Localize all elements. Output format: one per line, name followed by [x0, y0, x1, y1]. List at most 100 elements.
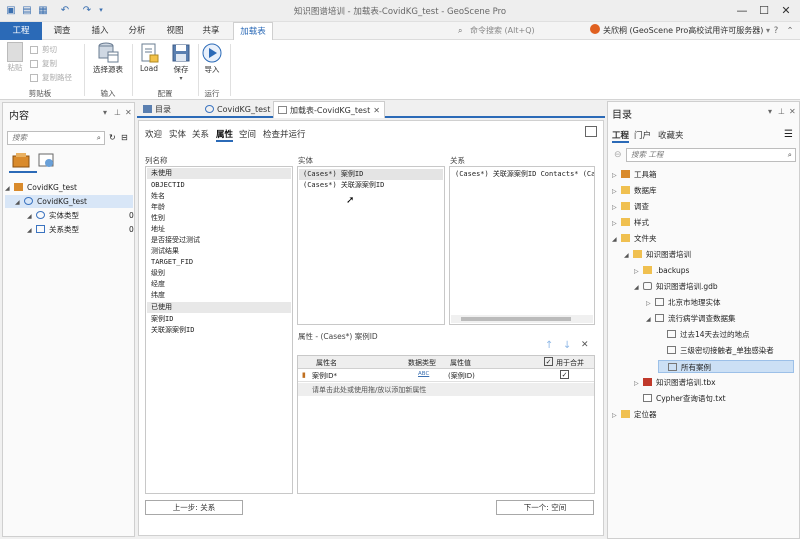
expand-icon[interactable]: ▷ [612, 185, 621, 198]
back-icon[interactable]: ⊖ [614, 150, 622, 160]
doc-tab-covidkg[interactable]: CovidKG_test [201, 101, 273, 118]
subtab-welcome[interactable]: 欢迎 [145, 128, 162, 140]
column-names-list[interactable]: 未使用 OBJECTID 姓名 年龄 性别 地址 是否接受过测试 测试结果 TA… [145, 166, 293, 494]
filter-icon[interactable]: ⊟ [121, 133, 128, 142]
save-button[interactable]: 保存 ▾ [168, 42, 194, 82]
add-property-row[interactable]: 请单击此处或使用拖/放以添加新属性 [298, 383, 594, 396]
tab-view[interactable]: 视图 [160, 22, 190, 40]
close-pane-icon[interactable]: ✕ [789, 107, 796, 116]
pane-options-icon[interactable]: ▾ [103, 108, 107, 117]
tree-item-surveys[interactable]: ▷ 调查 [612, 200, 649, 213]
doc-tab-catalog[interactable]: 目录 [139, 101, 197, 118]
load-button[interactable]: Load [136, 42, 162, 73]
list-item[interactable]: (Cases*) 案例ID [299, 169, 443, 180]
list-item[interactable]: (Cases*) 关联源案例ID Contacts* (Ca [451, 169, 594, 180]
previous-button[interactable]: 上一步: 关系 [145, 500, 243, 515]
list-item[interactable]: 级别 [147, 268, 291, 279]
tab-insert[interactable]: 插入 [85, 22, 115, 40]
expand-icon[interactable]: ◢ [612, 233, 621, 246]
arrow-up-icon[interactable]: ↑ [545, 340, 553, 351]
tree-item-beijing-entities[interactable]: ▷ 北京市地理实体 [646, 296, 721, 309]
merge-checkbox[interactable]: ✓ [560, 370, 569, 379]
catalog-search-input[interactable]: 搜索 工程 ⌕ [626, 148, 796, 162]
minimize-icon[interactable]: — [731, 3, 753, 18]
cut-button[interactable]: 剪切 [30, 44, 57, 56]
menu-icon[interactable]: ☰ [784, 129, 793, 140]
maximize-icon[interactable]: ☐ [753, 3, 775, 18]
import-button[interactable]: 导入 [200, 42, 224, 75]
tree-item-epi-dataset[interactable]: ◢ 流行病学调查数据集 [646, 312, 736, 325]
close-icon[interactable]: ✕ [775, 3, 797, 18]
paste-button[interactable]: 粘贴 [4, 42, 26, 73]
list-item[interactable]: 姓名 [147, 191, 291, 202]
catalog-tab-project[interactable]: 工程 [612, 129, 630, 143]
pane-options-icon[interactable]: ▾ [768, 107, 772, 116]
list-item[interactable]: 经度 [147, 279, 291, 290]
tree-item-all-cases[interactable]: 所有案例 [658, 360, 794, 373]
tree-item-backups[interactable]: ▷ .backups [634, 264, 689, 277]
horizontal-scrollbar[interactable] [451, 315, 593, 323]
tree-item-styles[interactable]: ▷ 样式 [612, 216, 649, 229]
catalog-tab-favorites[interactable]: 收藏夹 [658, 129, 684, 141]
tree-item-toolboxes[interactable]: ▷ 工具箱 [612, 168, 657, 181]
delete-icon[interactable]: ✕ [581, 340, 589, 350]
arrow-down-icon[interactable]: ↓ [563, 340, 571, 351]
catalog-tab-portal[interactable]: 门户 [634, 129, 651, 141]
expand-icon[interactable]: ◢ [624, 249, 633, 262]
tree-item-relationship-types[interactable]: ◢ 关系类型 0 [5, 223, 134, 237]
list-item[interactable]: 地址 [147, 224, 291, 235]
tab-load-table[interactable]: 加载表 [233, 22, 273, 41]
tree-item-tertiary-contacts[interactable]: 三级密切接触者_单独感染者 [658, 344, 774, 357]
property-name-cell[interactable]: 案例ID* [312, 371, 337, 381]
tree-item-project-folder[interactable]: ◢ 知识图谱培训 [624, 248, 691, 261]
close-tab-icon[interactable]: ✕ [373, 102, 380, 119]
expand-icon[interactable]: ▷ [634, 265, 643, 278]
pin-icon[interactable]: ⊥ [114, 108, 121, 117]
list-item[interactable]: 关联源案例ID [147, 325, 291, 336]
expand-icon[interactable]: ◢ [5, 182, 14, 195]
relationship-list[interactable]: (Cases*) 关联源案例ID Contacts* (Ca [449, 166, 595, 325]
property-value-cell[interactable]: (案例ID) [448, 371, 475, 381]
tree-item-places-14days[interactable]: 过去14天去过的地点 [658, 328, 750, 341]
subtab-spatial[interactable]: 空间 [239, 128, 256, 140]
subtab-relationships[interactable]: 关系 [192, 128, 209, 140]
refresh-icon[interactable]: ↻ [109, 133, 116, 142]
list-item[interactable]: 年龄 [147, 202, 291, 213]
command-search[interactable]: ⌕ 命令搜索 (Alt+Q) [458, 24, 568, 38]
subtab-entities[interactable]: 实体 [169, 128, 186, 140]
tree-item-folders[interactable]: ◢ 文件夹 [612, 232, 657, 245]
list-item[interactable]: 性别 [147, 213, 291, 224]
expand-icon[interactable]: ▷ [612, 409, 621, 422]
tab-survey[interactable]: 调查 [47, 22, 77, 40]
list-item[interactable]: 纬度 [147, 290, 291, 301]
tree-item-gdb[interactable]: ◢ 知识图谱培训.gdb [634, 280, 718, 293]
tree-item-covidkg-root[interactable]: ◢ CovidKG_test [5, 181, 133, 194]
tree-item-databases[interactable]: ▷ 数据库 [612, 184, 657, 197]
subtab-properties[interactable]: 属性 [216, 128, 234, 142]
tree-item-covidkg-graph[interactable]: ◢ CovidKG_test [5, 195, 133, 208]
contents-search-input[interactable]: 搜索 ⌕ [7, 131, 105, 145]
table-row[interactable]: ▮ 案例ID* ABC (案例ID) ✓ [298, 369, 594, 382]
expand-icon[interactable]: ◢ [27, 224, 36, 237]
list-item[interactable]: OBJECTID [147, 180, 291, 191]
expand-icon[interactable]: ▷ [612, 217, 621, 230]
list-by-type-icon[interactable] [11, 151, 33, 169]
copy-button[interactable]: 复制 [30, 58, 57, 70]
tab-share[interactable]: 共享 [196, 22, 226, 40]
subtab-check-run[interactable]: 检查并运行 [263, 128, 306, 140]
copy-path-button[interactable]: 复制路径 [30, 72, 72, 84]
list-by-source-icon[interactable] [37, 151, 57, 169]
list-item[interactable]: 是否接受过测试 [147, 235, 291, 246]
expand-icon[interactable]: ◢ [646, 313, 655, 326]
list-item[interactable]: 案例ID [147, 314, 291, 325]
expand-icon[interactable]: ◢ [634, 281, 643, 294]
next-button[interactable]: 下一个: 空间 [496, 500, 594, 515]
layout-toggle-icon[interactable] [585, 126, 597, 137]
select-source-table-button[interactable]: 选择源表 [90, 42, 126, 75]
expand-icon[interactable]: ▷ [612, 169, 621, 182]
tree-item-locators[interactable]: ▷ 定位器 [612, 408, 657, 421]
tree-item-entity-types[interactable]: ◢ 实体类型 0 [5, 209, 134, 222]
user-account[interactable]: 关欣桐 (GeoScene Pro高校试用许可服务器) ▾ [590, 22, 770, 40]
expand-icon[interactable]: ▷ [634, 377, 643, 390]
help-icon[interactable]: ? [770, 22, 782, 40]
